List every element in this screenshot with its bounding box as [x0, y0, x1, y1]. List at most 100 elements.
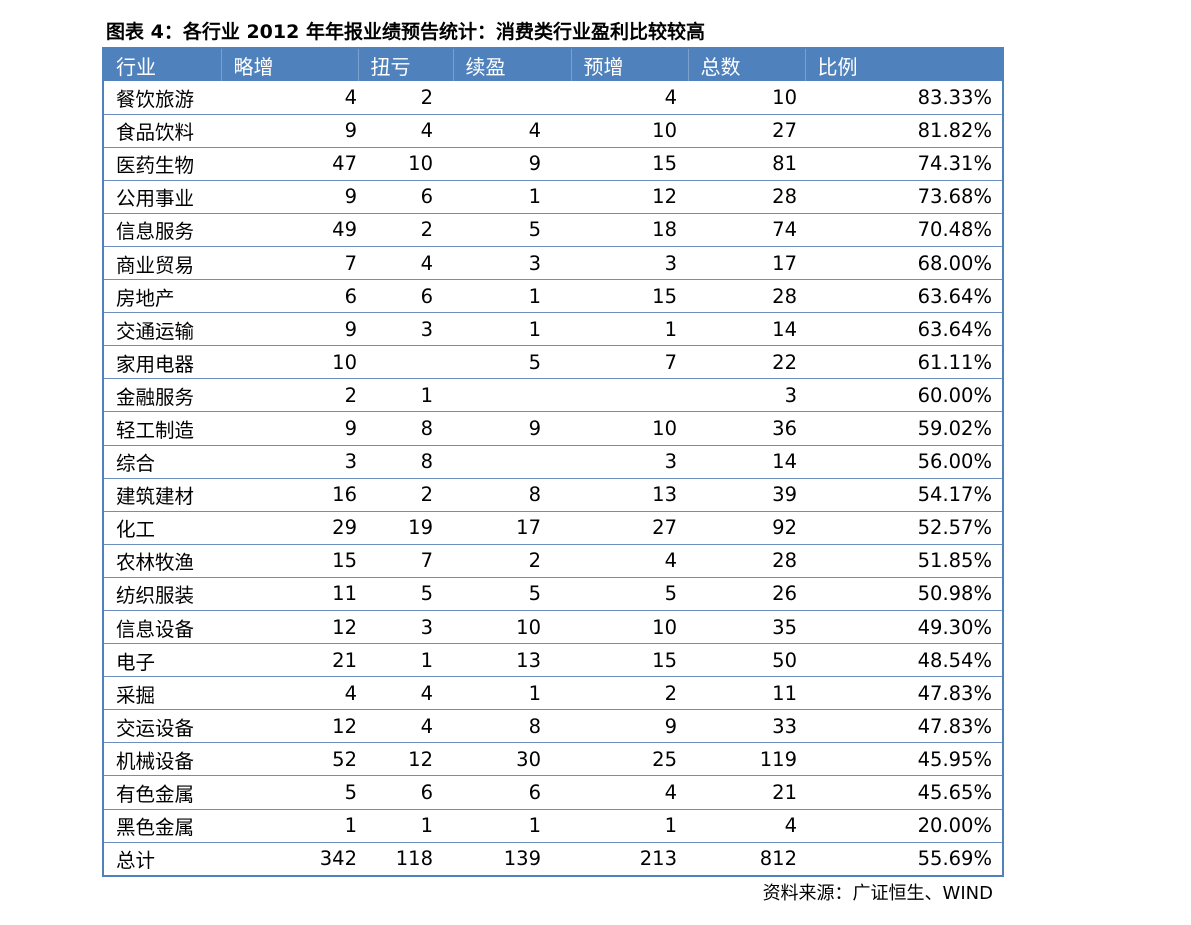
cell-total: 81	[688, 147, 805, 181]
cell-pre-increase: 5	[571, 577, 688, 612]
cell-pre-increase: 25	[571, 742, 688, 777]
table-row: 交通运输 9 3 1 1 14 63.64%	[104, 312, 1002, 347]
cell-pre-increase: 10	[571, 411, 688, 446]
cell-ratio: 63.64%	[805, 279, 1002, 314]
cell-turnaround	[358, 345, 453, 380]
header-ratio: 比例	[817, 54, 858, 79]
table-row: 公用事业 9 6 1 12 28 73.68%	[104, 180, 1002, 214]
cell-industry: 农林牧渔	[104, 544, 221, 578]
cell-ratio: 48.54%	[805, 643, 1002, 678]
cell-slight-increase: 47	[221, 147, 358, 181]
table-row: 交运设备 12 4 8 9 33 47.83%	[104, 709, 1002, 744]
cell-total: 812	[759, 847, 797, 871]
cell-turnaround: 1	[358, 378, 453, 413]
table-row: 家用电器 10 5 7 22 61.11%	[104, 345, 1002, 380]
cell-continued-profit: 5	[453, 213, 571, 247]
cell-total: 27	[688, 114, 805, 148]
cell-total: 21	[688, 775, 805, 810]
header-pre-increase: 预增	[571, 49, 689, 81]
cell-total: 10	[688, 81, 805, 115]
cell-pre-increase: 12	[571, 180, 688, 214]
header-total: 总数	[688, 49, 806, 81]
cell-slight-increase: 10	[221, 345, 358, 380]
cell-ratio: 59.02%	[805, 411, 1002, 446]
cell-industry: 交通运输	[104, 312, 221, 347]
cell-pre-increase: 213	[639, 847, 677, 871]
cell-pre-increase: 1	[571, 809, 688, 843]
table-row: 黑色金属 1 1 1 1 4 20.00%	[104, 809, 1002, 843]
table-row: 商业贸易 7 4 3 3 17 68.00%	[104, 246, 1002, 281]
cell-industry: 医药生物	[104, 147, 221, 181]
cell-continued-profit: 139	[503, 847, 541, 871]
cell-pre-increase: 15	[571, 643, 688, 678]
table-row: 医药生物 47 10 9 15 81 74.31%	[104, 147, 1002, 181]
cell-industry: 家用电器	[104, 345, 221, 380]
cell-industry: 建筑建材	[104, 478, 221, 512]
table-row: 有色金属 5 6 6 4 21 45.65%	[104, 775, 1002, 810]
cell-turnaround: 10	[358, 147, 453, 181]
industry-forecast-table: 行业 略增 扭亏 续盈 预增 总数 比例 餐饮旅游 4 2 4 10 83.33% 食品饮料…	[102, 47, 1004, 877]
cell-total: 28	[688, 279, 805, 314]
cell-industry: 采掘	[104, 676, 221, 711]
cell-slight-increase: 16	[221, 478, 358, 512]
cell-continued-profit: 8	[453, 709, 571, 744]
cell-total: 39	[688, 478, 805, 512]
cell-industry: 综合	[104, 445, 221, 479]
table-row: 采掘 4 4 1 2 11 47.83%	[104, 676, 1002, 711]
cell-ratio: 83.33%	[805, 81, 1002, 115]
cell-turnaround: 118	[395, 847, 433, 871]
cell-slight-increase: 342	[319, 847, 357, 871]
cell-ratio: 47.83%	[805, 709, 1002, 744]
cell-total: 14	[688, 445, 805, 479]
cell-continued-profit	[453, 378, 571, 413]
table-row: 农林牧渔 15 7 2 4 28 51.85%	[104, 544, 1002, 578]
cell-ratio: 81.82%	[805, 114, 1002, 148]
cell-total: 74	[688, 213, 805, 247]
cell-continued-profit: 9	[453, 147, 571, 181]
cell-ratio: 60.00%	[805, 378, 1002, 413]
cell-industry: 机械设备	[104, 742, 221, 777]
cell-pre-increase: 4	[571, 544, 688, 578]
cell-slight-increase: 3	[221, 445, 358, 479]
cell-industry: 商业贸易	[104, 246, 221, 281]
cell-industry: 总计	[116, 849, 156, 873]
cell-slight-increase: 6	[221, 279, 358, 314]
cell-ratio: 45.95%	[805, 742, 1002, 777]
cell-continued-profit: 10	[453, 610, 571, 645]
cell-ratio: 45.65%	[805, 775, 1002, 810]
cell-industry: 电子	[104, 643, 221, 678]
header-turnaround: 扭亏	[358, 49, 454, 81]
cell-slight-increase: 29	[221, 511, 358, 545]
cell-turnaround: 12	[358, 742, 453, 777]
cell-total: 92	[688, 511, 805, 545]
cell-turnaround: 6	[358, 775, 453, 810]
cell-pre-increase: 3	[571, 246, 688, 281]
cell-ratio: 20.00%	[805, 809, 1002, 843]
cell-industry: 公用事业	[104, 180, 221, 214]
cell-ratio: 63.64%	[805, 312, 1002, 347]
cell-ratio: 56.00%	[805, 445, 1002, 479]
cell-turnaround: 8	[358, 411, 453, 446]
cell-turnaround: 3	[358, 610, 453, 645]
cell-turnaround: 4	[358, 709, 453, 744]
cell-turnaround: 4	[358, 114, 453, 148]
cell-pre-increase: 15	[571, 279, 688, 314]
header-continued-profit: 续盈	[453, 49, 572, 81]
cell-total: 35	[688, 610, 805, 645]
cell-turnaround: 2	[358, 478, 453, 512]
cell-slight-increase: 9	[221, 180, 358, 214]
cell-continued-profit: 8	[453, 478, 571, 512]
cell-ratio: 70.48%	[805, 213, 1002, 247]
cell-continued-profit: 1	[453, 180, 571, 214]
source-note: 资料来源：广证恒生、WIND	[762, 883, 993, 904]
cell-slight-increase: 12	[221, 610, 358, 645]
table-row: 综合 3 8 3 14 56.00%	[104, 445, 1002, 479]
cell-total: 17	[688, 246, 805, 281]
cell-slight-increase: 9	[221, 312, 358, 347]
cell-turnaround: 5	[358, 577, 453, 612]
cell-turnaround: 4	[358, 676, 453, 711]
cell-turnaround: 4	[358, 246, 453, 281]
cell-pre-increase: 10	[571, 610, 688, 645]
table-row: 金融服务 2 1 3 60.00%	[104, 378, 1002, 413]
cell-slight-increase: 5	[221, 775, 358, 810]
